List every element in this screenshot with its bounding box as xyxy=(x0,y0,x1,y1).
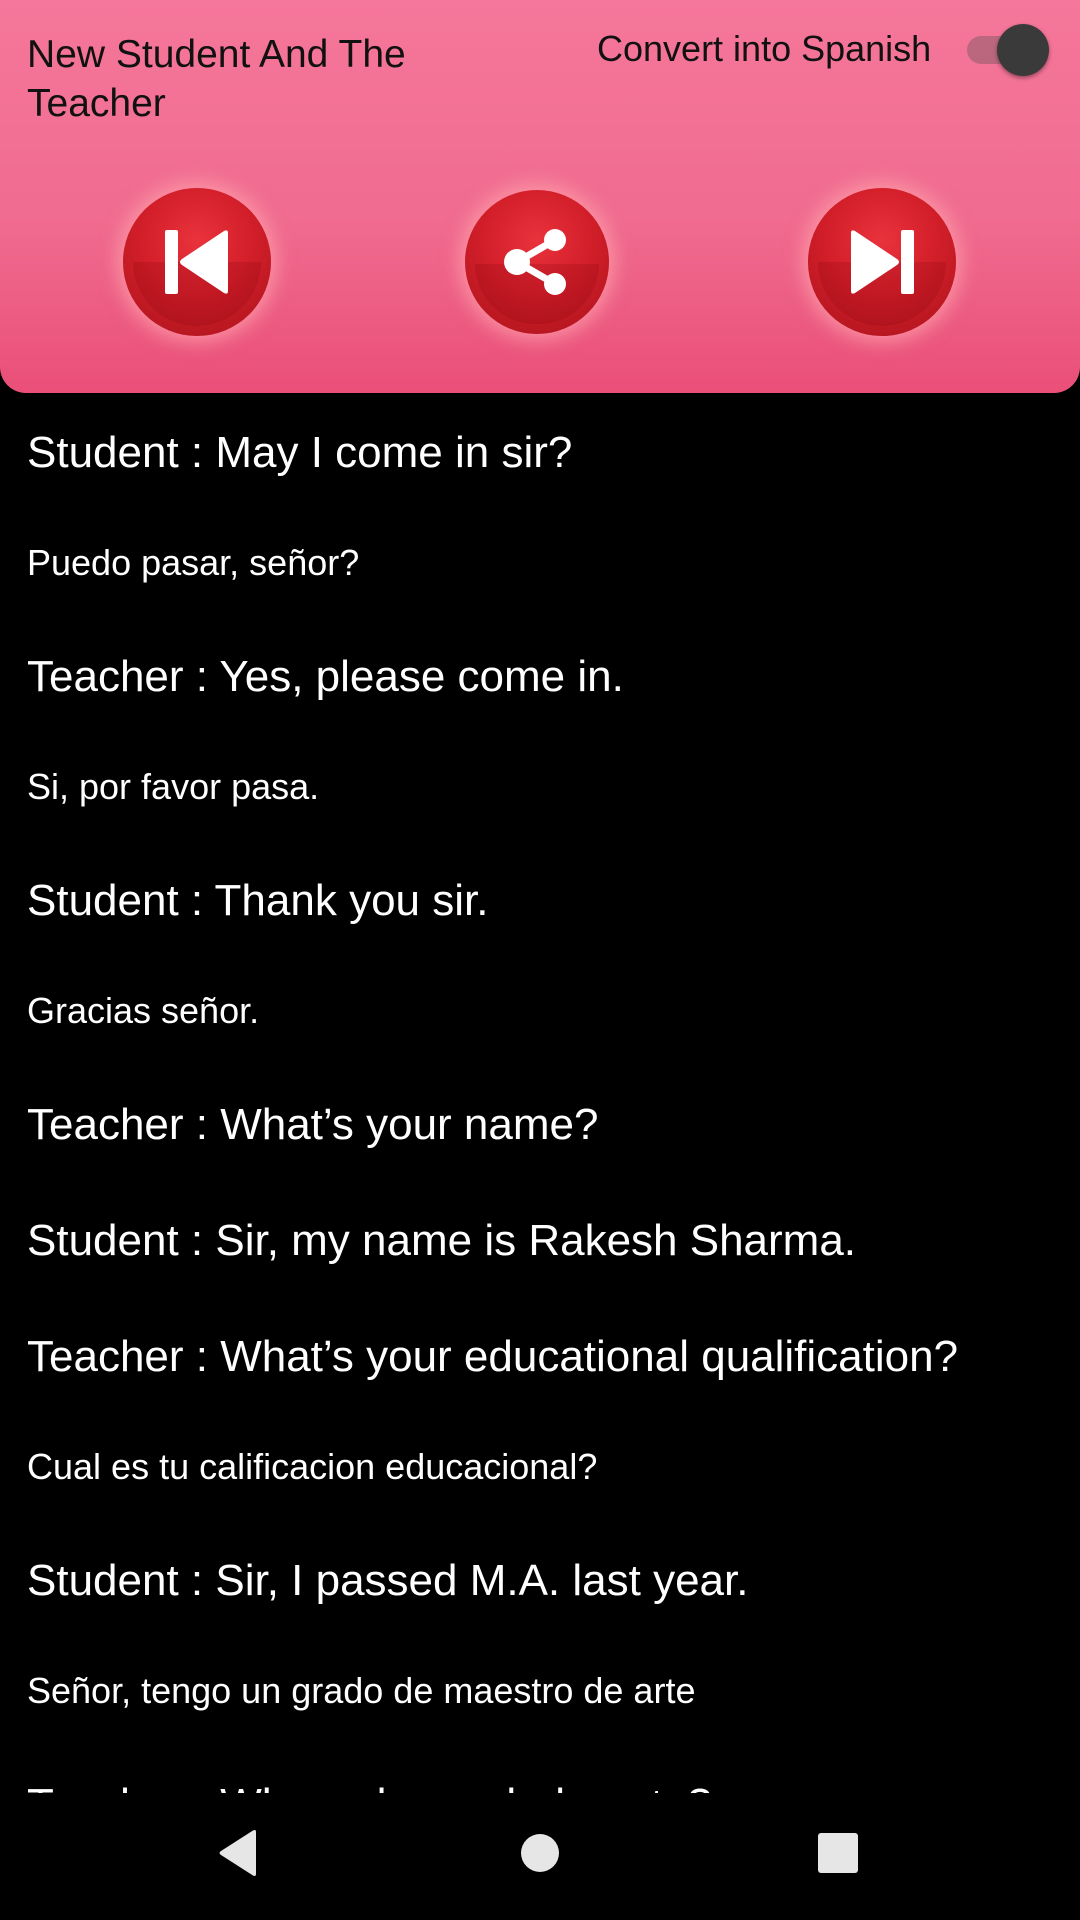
screen: New Student And The Teacher Convert into… xyxy=(0,0,1080,1920)
nav-home-button[interactable] xyxy=(490,1813,590,1893)
dialogue-line-english: Student : May I come in sir? xyxy=(27,428,573,477)
dialogue-line-english: Student : Sir, I passed M.A. last year. xyxy=(27,1556,749,1605)
dialogue-line-english: Teacher : What’s your educational qualif… xyxy=(27,1332,959,1381)
dialogue-list[interactable]: Student : May I come in sir? Puedo pasar… xyxy=(0,393,1080,1793)
dialogue-line-english: Teacher : What’s your name? xyxy=(27,1100,599,1149)
dialogue-line-spanish: Puedo pasar, señor? xyxy=(27,542,360,583)
dialogue-line-spanish: Si, por favor pasa. xyxy=(27,766,320,807)
dialogue-line-spanish: Cual es tu calificacion educacional? xyxy=(27,1446,598,1487)
skip-previous-icon xyxy=(165,230,228,294)
previous-button[interactable] xyxy=(123,188,271,336)
dialogue-line-english: Student : Thank you sir. xyxy=(27,876,489,925)
system-navigation-bar xyxy=(0,1793,1080,1920)
recents-icon xyxy=(818,1833,858,1873)
dialogue-line-spanish: Gracias señor. xyxy=(27,990,260,1031)
nav-back-button[interactable] xyxy=(188,1813,288,1893)
next-button[interactable] xyxy=(808,188,956,336)
nav-recents-button[interactable] xyxy=(788,1813,888,1893)
convert-toggle-label: Convert into Spanish xyxy=(597,28,932,69)
home-icon xyxy=(521,1834,559,1872)
header: New Student And The Teacher Convert into… xyxy=(0,0,1080,393)
dialogue-line-english: Teacher : Where do you belong to? xyxy=(27,1779,712,1793)
share-button[interactable] xyxy=(465,190,609,334)
skip-next-icon xyxy=(851,230,914,294)
share-icon xyxy=(504,229,566,295)
switch-thumb xyxy=(997,24,1049,76)
dialogue-line-spanish: Señor, tengo un grado de maestro de arte xyxy=(27,1670,696,1711)
page-title: New Student And The Teacher xyxy=(27,33,406,125)
dialogue-line-english: Student : Sir, my name is Rakesh Sharma. xyxy=(27,1216,857,1265)
convert-toggle-switch[interactable] xyxy=(963,22,1053,76)
back-icon xyxy=(219,1830,256,1876)
dialogue-line-english: Teacher : Yes, please come in. xyxy=(27,652,624,701)
